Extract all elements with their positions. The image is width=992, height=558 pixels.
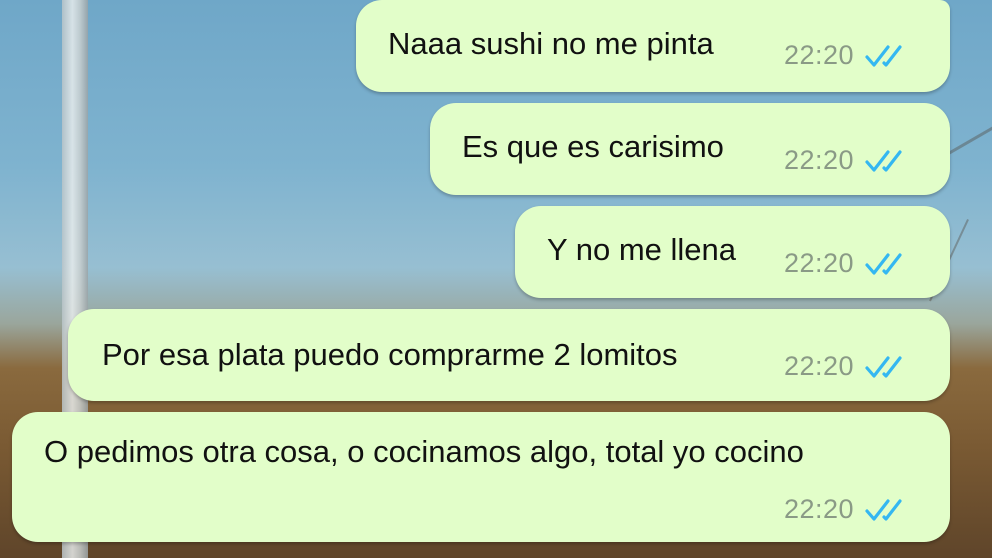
message-bubble-outgoing[interactable]: Naaa sushi no me pinta 22:20 [356,0,950,92]
message-meta: 22:20 [784,145,914,176]
message-meta: 22:20 [784,494,914,525]
message-text: Es que es carisimo [462,129,724,164]
message-meta: 22:20 [784,248,914,279]
message-bubble-outgoing[interactable]: Y no me llena 22:20 [515,206,950,298]
message-timestamp: 22:20 [784,494,855,524]
double-check-icon [865,252,902,275]
message-meta: 22:20 [784,40,914,71]
double-check-icon [865,355,902,378]
double-check-icon [865,44,902,67]
chat-conversation: Naaa sushi no me pinta 22:20 Es que es c… [0,0,992,558]
message-timestamp: 22:20 [784,145,855,175]
message-timestamp: 22:20 [784,40,855,70]
message-meta: 22:20 [784,351,914,382]
message-timestamp: 22:20 [784,248,855,278]
message-bubble-outgoing[interactable]: O pedimos otra cosa, o cocinamos algo, t… [12,412,950,542]
message-bubble-outgoing[interactable]: Es que es carisimo 22:20 [430,103,950,195]
message-timestamp: 22:20 [784,351,855,381]
message-bubble-outgoing[interactable]: Por esa plata puedo comprarme 2 lomitos … [68,309,950,401]
message-text: Naaa sushi no me pinta [388,26,714,61]
message-text: O pedimos otra cosa, o cocinamos algo, t… [44,434,804,469]
message-text: Y no me llena [547,232,736,267]
message-text: Por esa plata puedo comprarme 2 lomitos [102,337,678,372]
double-check-icon [865,149,902,172]
double-check-icon [865,498,902,521]
